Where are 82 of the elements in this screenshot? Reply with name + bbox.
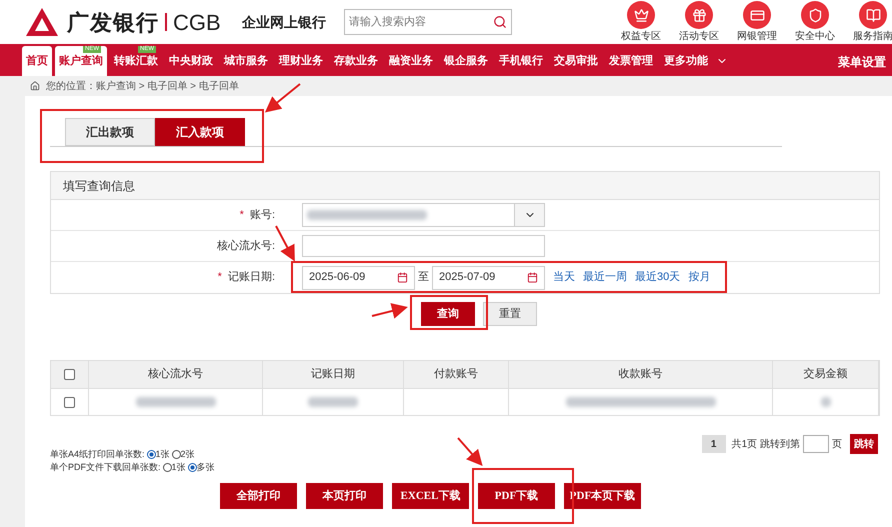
nav-tab[interactable]: 城市服务 xyxy=(220,46,272,76)
radio-label[interactable]: 1张 xyxy=(156,448,170,461)
page-unit: 页 xyxy=(832,438,842,452)
page-summary: 共1页 跳转到第 xyxy=(732,438,800,452)
date-field[interactable]: 2025-06-09 xyxy=(302,266,415,290)
action-button[interactable]: EXCEL下载 xyxy=(392,483,469,509)
nav-tab[interactable]: 交易审批 xyxy=(550,46,602,76)
product-name: 企业网上银行 xyxy=(242,12,326,32)
nav-tab[interactable]: 首页 xyxy=(22,46,52,76)
nav-tab[interactable]: 发票管理 xyxy=(605,46,657,76)
quick-date-link[interactable]: 最近30天 xyxy=(635,269,680,286)
option-label: 单个PDF文件下载回单张数: xyxy=(50,461,161,474)
column-header: 记账日期 xyxy=(311,367,355,382)
action-button[interactable]: PDF下载 xyxy=(478,483,555,509)
tab[interactable]: 汇出款项 xyxy=(65,118,155,146)
gift-icon[interactable] xyxy=(685,1,713,29)
breadcrumb: 您的位置：账户查询 > 电子回单 > 电子回单 xyxy=(46,80,239,94)
reset-button[interactable]: 重置 xyxy=(483,302,537,326)
option-label: 单张A4纸打印回单张数: xyxy=(50,448,145,461)
radio-label[interactable]: 多张 xyxy=(196,461,215,474)
field-label: 记账日期: xyxy=(228,270,275,286)
logo-icon xyxy=(25,7,59,37)
shortcut-label[interactable]: 安全中心 xyxy=(795,31,835,43)
radio-button[interactable] xyxy=(146,450,156,459)
nav-tab[interactable]: 理财业务 xyxy=(275,46,327,76)
radio-button[interactable] xyxy=(172,450,181,459)
card-icon[interactable] xyxy=(743,1,771,29)
nav-tab[interactable]: 中央财政 xyxy=(165,46,217,76)
shield-icon[interactable] xyxy=(801,1,829,29)
tab[interactable]: 汇入款项 xyxy=(155,118,245,146)
annotation-arrow xyxy=(275,226,295,262)
column-header: 交易金额 xyxy=(804,366,848,382)
shortcut-label[interactable]: 活动专区 xyxy=(679,31,719,43)
jump-button[interactable]: 跳转 xyxy=(850,434,878,454)
annotation-arrow xyxy=(264,83,301,113)
search-field[interactable]: 请输入搜索内容 xyxy=(349,14,493,30)
quick-date-link[interactable]: 最近一周 xyxy=(583,269,627,286)
menu-settings-link[interactable]: 菜单设置 xyxy=(838,48,886,76)
current-page[interactable]: 1 xyxy=(702,435,726,453)
quick-date-link[interactable]: 当天 xyxy=(553,269,575,286)
nav-tab[interactable]: 银企服务 xyxy=(440,46,492,76)
shortcut-label[interactable]: 网银管理 xyxy=(737,31,777,43)
nav-tab[interactable]: 更多功能 xyxy=(660,46,732,76)
radio-label[interactable]: 2张 xyxy=(180,448,195,461)
range-separator: 至 xyxy=(418,270,429,286)
annotation-arrow xyxy=(457,437,483,466)
field-label: 核心流水号: xyxy=(216,238,275,254)
required-mark: * xyxy=(218,270,222,286)
date-field[interactable]: 2025-07-09 xyxy=(432,266,545,290)
page-input[interactable] xyxy=(803,435,829,453)
column-header: 收款账号 xyxy=(618,367,662,382)
nav-tab[interactable]: 融资业务 xyxy=(385,46,437,76)
nav-tab[interactable]: 存款业务 xyxy=(330,46,382,76)
radio-button[interactable] xyxy=(188,463,197,472)
bank-abbr: CGB xyxy=(173,8,221,36)
search-icon[interactable] xyxy=(493,15,507,29)
column-header: 付款账号 xyxy=(434,367,478,382)
query-button[interactable]: 查询 xyxy=(421,302,475,326)
search-bar[interactable]: 请输入搜索内容 xyxy=(344,9,512,35)
action-button[interactable]: 本页打印 xyxy=(306,483,383,509)
calendar-icon[interactable] xyxy=(397,272,408,283)
nav-tab[interactable]: 手机银行 xyxy=(495,46,547,76)
column-header: 核心流水号 xyxy=(148,366,203,382)
radio-label[interactable]: 1张 xyxy=(172,461,186,474)
crown-icon[interactable] xyxy=(627,1,655,29)
radio-button[interactable] xyxy=(162,463,172,472)
annotation-arrow xyxy=(372,303,408,319)
required-mark: * xyxy=(240,208,244,223)
input-field[interactable] xyxy=(302,235,545,257)
book-icon[interactable] xyxy=(859,1,887,29)
calendar-icon[interactable] xyxy=(527,272,538,283)
panel-title: 填写查询信息 xyxy=(63,178,135,194)
action-button[interactable]: 全部打印 xyxy=(220,483,297,509)
shortcut-label[interactable]: 权益专区 xyxy=(621,31,661,43)
home-icon xyxy=(30,81,40,91)
bank-name: 广发银行 xyxy=(67,8,159,36)
checkbox[interactable] xyxy=(64,396,75,408)
checkbox[interactable] xyxy=(64,369,75,380)
field-label: 账号: xyxy=(250,208,275,223)
redacted-text xyxy=(820,397,830,407)
quick-date-link[interactable]: 按月 xyxy=(688,269,710,286)
redacted-text xyxy=(308,397,358,407)
